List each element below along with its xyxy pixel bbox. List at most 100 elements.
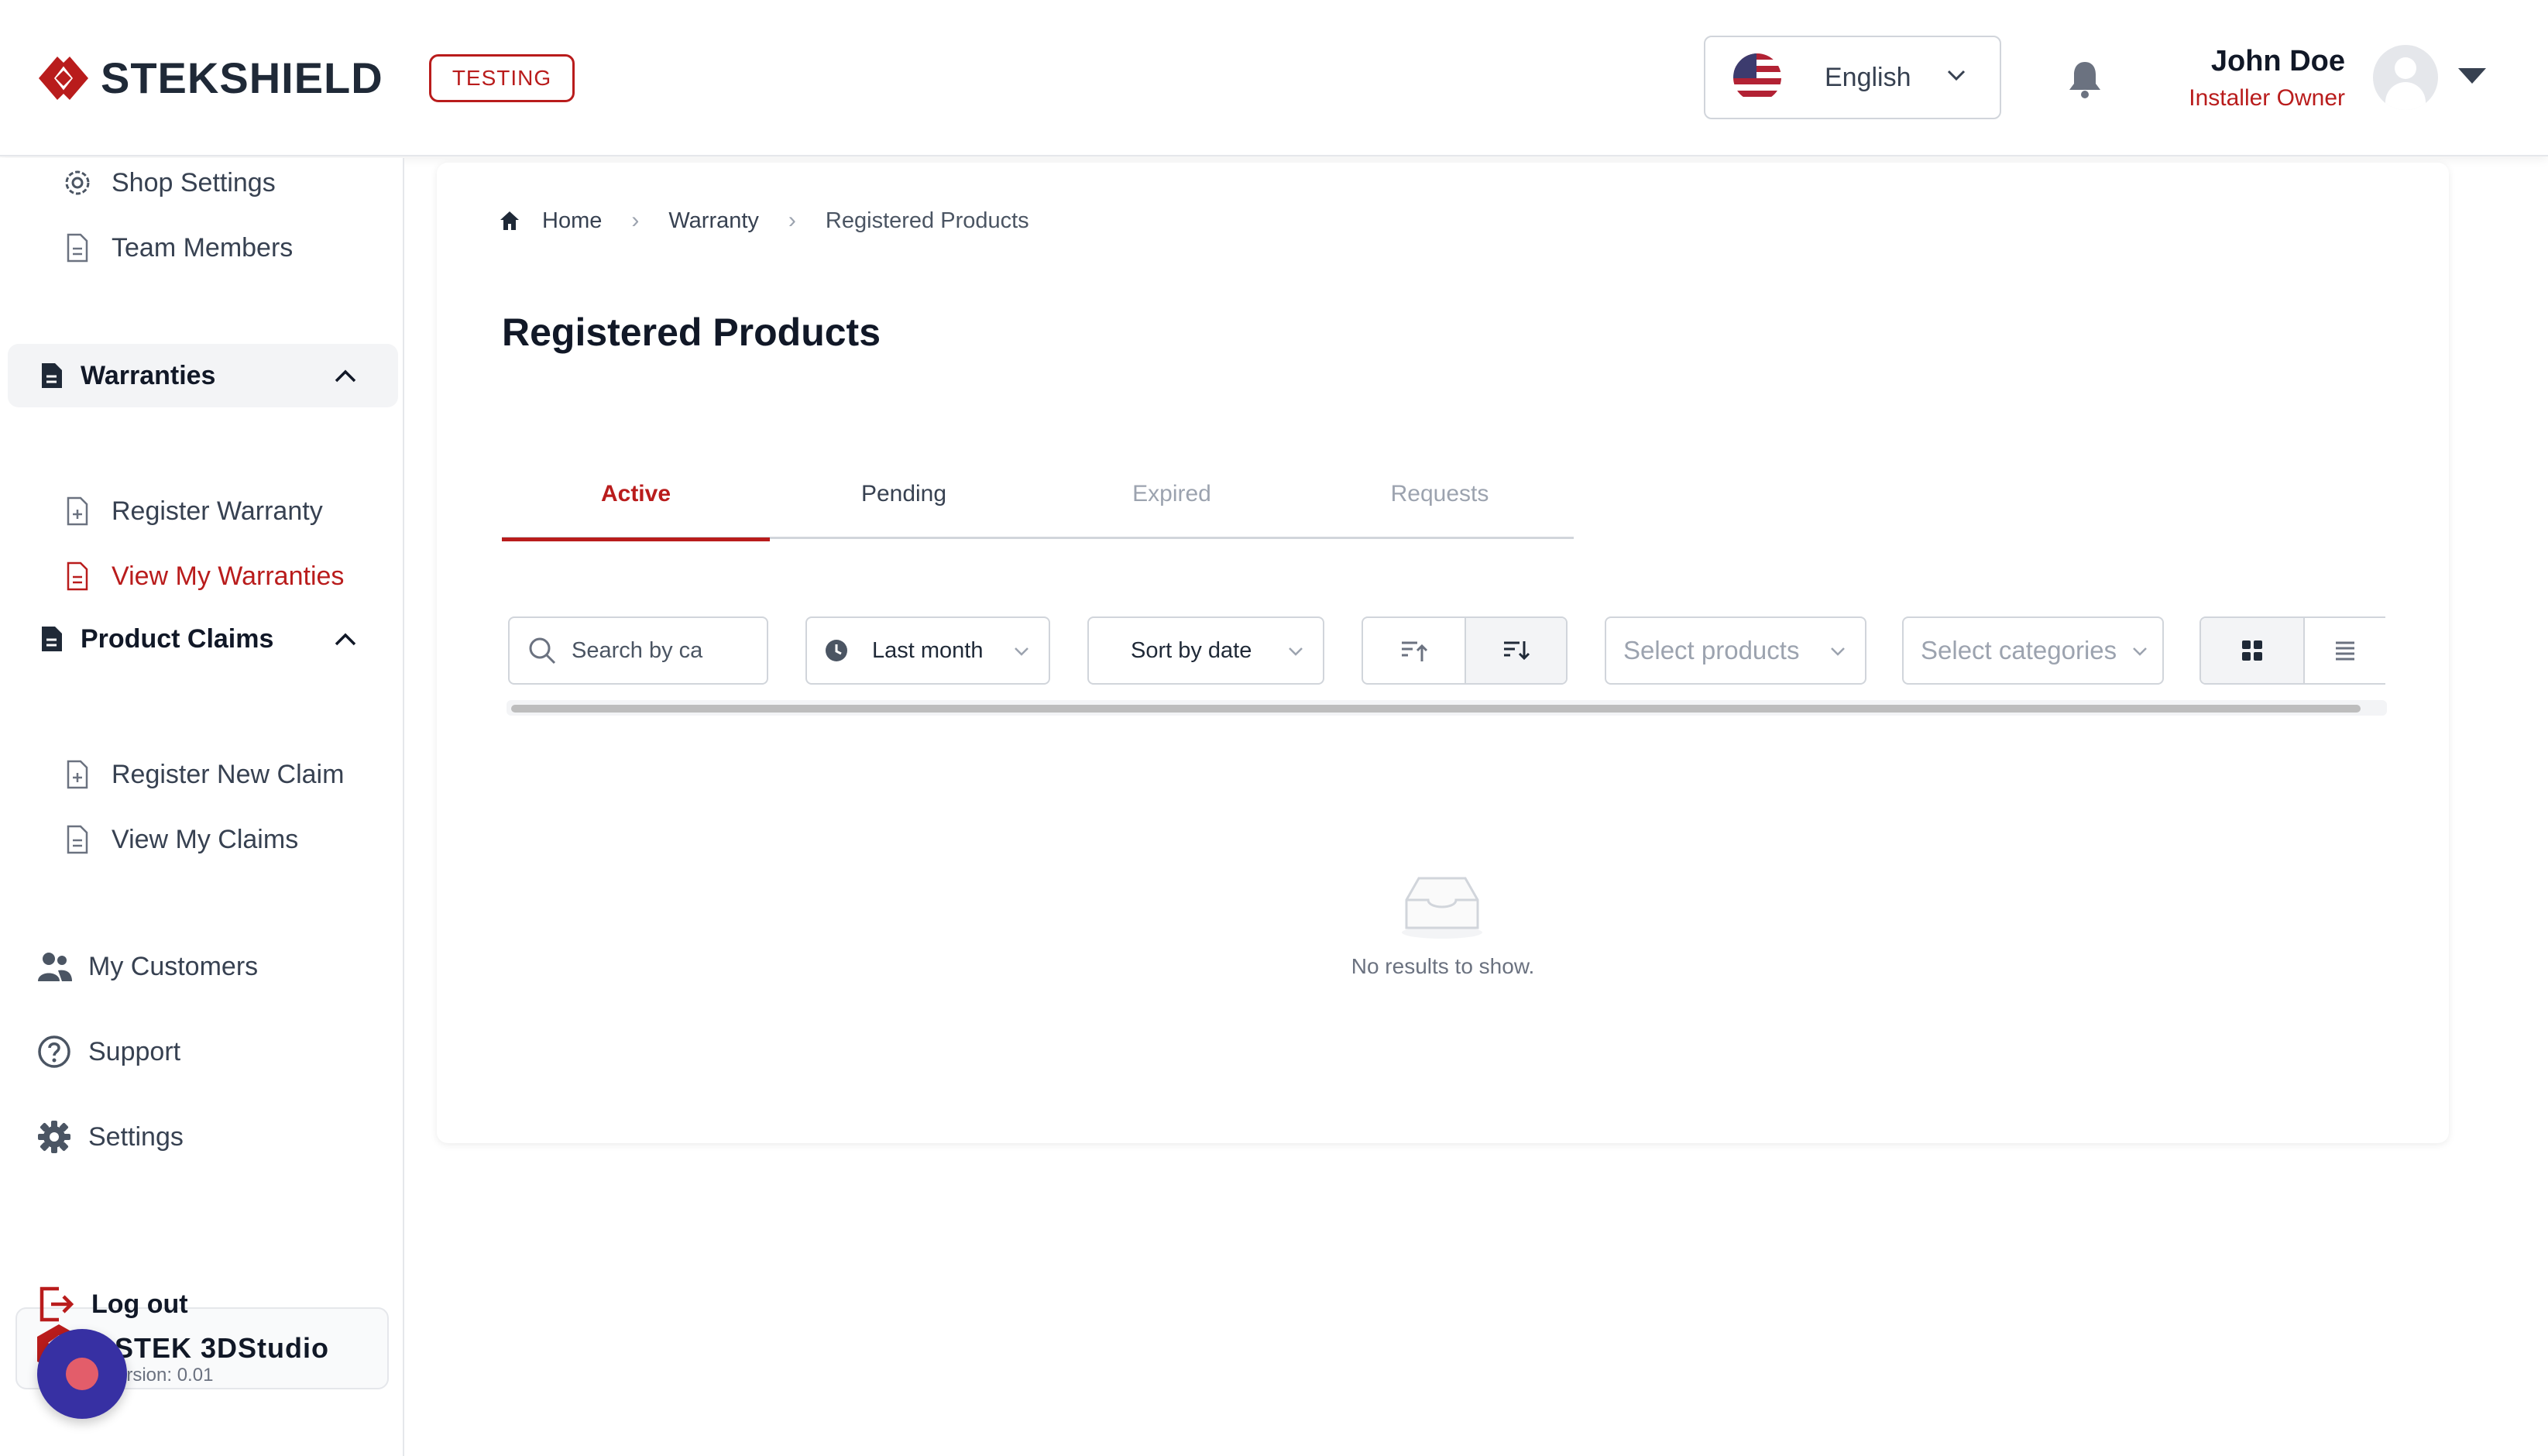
empty-inbox-icon	[1402, 877, 1482, 939]
language-selector[interactable]: English	[1704, 36, 2001, 119]
clock-icon	[826, 640, 847, 661]
help-circle-icon	[36, 1033, 73, 1070]
sidebar-item-label: Register New Claim	[112, 759, 345, 789]
search-input-value: Search by ca	[572, 637, 703, 663]
breadcrumb: Home › Warranty › Registered Products	[499, 208, 1029, 234]
grid-view-button[interactable]	[2201, 618, 2303, 683]
document-icon	[60, 231, 94, 265]
app-version: ersion: 0.01	[116, 1365, 214, 1386]
sidebar-item-label: My Customers	[88, 951, 259, 981]
breadcrumb-warranty[interactable]: Warranty	[668, 208, 759, 234]
list-view-button[interactable]	[2303, 618, 2385, 683]
grid-icon	[2242, 640, 2262, 661]
brand-name: STEKSHIELD	[101, 53, 383, 102]
categories-select[interactable]: Select categories	[1902, 616, 2164, 685]
sidebar-item-shop-settings[interactable]: Shop Settings	[60, 166, 276, 200]
categories-select-placeholder: Select categories	[1921, 636, 2117, 664]
breadcrumb-current: Registered Products	[825, 208, 1029, 233]
user-menu-caret-icon[interactable]	[2458, 68, 2486, 84]
chevron-down-icon	[2133, 647, 2147, 656]
sidebar-item-settings[interactable]: Settings	[36, 1118, 184, 1156]
tab-pending[interactable]: Pending	[770, 449, 1038, 539]
user-name: John Doe	[2210, 45, 2345, 77]
sidebar-item-label: Settings	[88, 1121, 184, 1152]
chevron-down-icon	[1289, 647, 1303, 656]
us-flag-icon	[1733, 53, 1781, 101]
chevron-down-icon	[1831, 647, 1845, 656]
document-plus-icon	[60, 757, 94, 792]
document-filled-icon	[42, 363, 62, 388]
sidebar-item-label: Team Members	[112, 232, 294, 263]
user-role: Installer Owner	[2189, 85, 2345, 111]
sidebar-group-label: Warranties	[81, 360, 216, 390]
empty-state-text: No results to show.	[1351, 954, 1535, 978]
users-icon	[36, 948, 73, 985]
sidebar-item-team-members[interactable]: Team Members	[60, 231, 293, 265]
chevron-down-icon	[1015, 647, 1028, 656]
home-icon[interactable]	[499, 210, 520, 232]
brand-logo[interactable]: STEKSHIELD	[34, 53, 383, 103]
document-plus-icon	[60, 494, 94, 528]
record-dot-icon	[66, 1358, 98, 1390]
sort-select-value: Sort by date	[1131, 637, 1252, 663]
sidebar-item-label: View My Warranties	[112, 561, 345, 591]
bell-icon[interactable]	[2063, 57, 2107, 101]
sort-direction-toggle	[1362, 616, 1568, 685]
period-select-value: Last month	[872, 637, 984, 663]
tab-expired[interactable]: Expired	[1038, 449, 1306, 539]
chevron-up-icon	[335, 633, 356, 646]
chevron-right-icon: ›	[631, 208, 640, 233]
products-select-placeholder: Select products	[1623, 636, 1800, 664]
status-tabs: Active Pending Expired Requests	[502, 449, 1574, 541]
sidebar-item-view-my-warranties[interactable]: View My Warranties	[60, 559, 344, 593]
sidebar-group-product-claims[interactable]: Product Claims	[8, 607, 398, 671]
main-card: Home › Warranty › Registered Products Re…	[437, 163, 2449, 1143]
page-title: Registered Products	[502, 311, 881, 354]
chevron-right-icon: ›	[788, 208, 796, 233]
tab-requests[interactable]: Requests	[1306, 449, 1574, 539]
env-badge: TESTING	[429, 54, 575, 102]
sort-ascending-icon	[1401, 641, 1427, 661]
gear-outline-icon	[60, 166, 94, 200]
document-icon	[60, 822, 94, 857]
sort-descending-button[interactable]	[1465, 618, 1566, 683]
sidebar-item-support[interactable]: Support	[36, 1033, 180, 1070]
sidebar-item-view-my-claims[interactable]: View My Claims	[60, 822, 298, 857]
logout-icon	[39, 1286, 74, 1322]
sidebar-item-register-new-claim[interactable]: Register New Claim	[60, 757, 344, 792]
sort-descending-icon	[1503, 641, 1530, 661]
sidebar-item-label: Support	[88, 1036, 181, 1066]
sidebar-item-register-warranty[interactable]: Register Warranty	[60, 494, 323, 528]
view-mode-toggle	[2199, 616, 2385, 685]
products-select[interactable]: Select products	[1605, 616, 1866, 685]
breadcrumb-home[interactable]: Home	[542, 208, 602, 234]
sidebar-item-my-customers[interactable]: My Customers	[36, 948, 258, 985]
period-select[interactable]: Last month	[805, 616, 1050, 685]
search-input[interactable]: Search by ca	[508, 616, 768, 685]
sidebar-item-label: Register Warranty	[112, 496, 323, 526]
gear-icon	[36, 1118, 73, 1156]
sidebar-item-label: View My Claims	[112, 824, 299, 854]
list-icon	[2336, 641, 2354, 661]
avatar[interactable]	[2373, 45, 2438, 110]
sidebar-group-warranties[interactable]: Warranties	[8, 344, 398, 407]
top-header: STEKSHIELD TESTING English John Doe Inst…	[0, 0, 2548, 156]
chevron-down-icon	[1947, 70, 1966, 81]
chevron-up-icon	[335, 369, 356, 383]
sidebar-item-label: Shop Settings	[112, 167, 276, 197]
language-label: English	[1825, 62, 1911, 92]
search-icon	[529, 637, 556, 664]
chat-widget-button[interactable]	[37, 1329, 127, 1419]
horizontal-scrollbar[interactable]	[507, 700, 2387, 716]
sort-select[interactable]: Sort by date	[1087, 616, 1324, 685]
studio-label: STEK 3DStudio	[115, 1332, 330, 1364]
document-filled-icon	[42, 627, 62, 651]
logout-label: Log out	[91, 1289, 188, 1319]
tab-active[interactable]: Active	[502, 449, 770, 541]
scrollbar-thumb[interactable]	[511, 705, 2361, 713]
stekshield-logo-icon	[39, 56, 88, 100]
sidebar: Shop Settings Team Members Warranties Re…	[0, 158, 404, 1456]
logout-button[interactable]: Log out	[36, 1284, 188, 1324]
sort-ascending-button[interactable]	[1363, 618, 1465, 683]
sidebar-group-label: Product Claims	[81, 623, 274, 654]
